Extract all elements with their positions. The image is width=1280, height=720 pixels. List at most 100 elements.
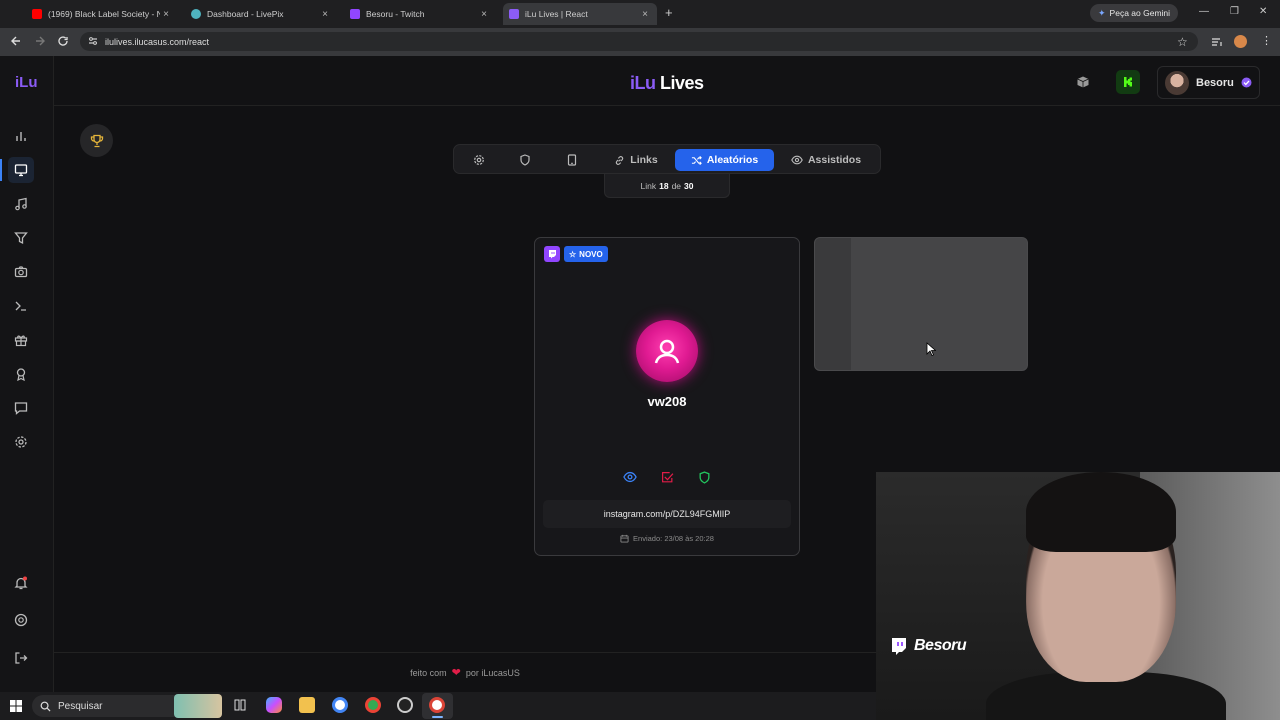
bookmark-star-icon[interactable]: ☆ xyxy=(1177,35,1188,49)
sidebar-logo[interactable]: iLu xyxy=(15,74,38,91)
shield-icon xyxy=(698,470,711,484)
reload-icon[interactable] xyxy=(57,35,69,47)
user-avatar xyxy=(636,320,698,382)
close-icon[interactable]: × xyxy=(639,9,651,20)
logout-icon[interactable] xyxy=(10,647,32,669)
back-icon[interactable] xyxy=(10,35,22,47)
eye-icon xyxy=(623,470,637,484)
counter-total: 30 xyxy=(684,180,694,191)
kick-icon[interactable] xyxy=(1116,70,1140,94)
counter-prefix: Link xyxy=(640,180,657,191)
eye-icon xyxy=(791,154,803,166)
nav-settings-button[interactable] xyxy=(467,149,491,171)
user-name: Besoru xyxy=(1196,76,1234,89)
counter-current: 18 xyxy=(659,180,669,191)
nav-shield-button[interactable] xyxy=(513,149,537,171)
card-username: vw208 xyxy=(647,394,687,409)
media-control-icon[interactable] xyxy=(1211,36,1223,48)
tab-label: Assistidos xyxy=(807,154,862,166)
avatar xyxy=(1165,70,1189,95)
mark-watched-button[interactable] xyxy=(659,469,675,485)
moderate-button[interactable] xyxy=(696,469,712,485)
forward-icon[interactable] xyxy=(34,35,46,47)
card-link[interactable]: instagram.com/p/DZL94FGMlIP xyxy=(543,500,791,528)
file-explorer-icon[interactable] xyxy=(299,697,315,713)
gift-icon[interactable] xyxy=(10,329,32,351)
close-window-icon[interactable]: ✕ xyxy=(1259,6,1267,17)
taskbar-active-app[interactable] xyxy=(422,693,453,719)
award-icon[interactable] xyxy=(10,363,32,385)
links-nav: Links Aleatórios Assistidos xyxy=(453,144,881,174)
new-badge-label: NOVO xyxy=(579,249,603,259)
windows-start-icon[interactable] xyxy=(10,700,22,712)
trophy-icon xyxy=(90,134,104,148)
obs-icon[interactable] xyxy=(397,697,413,713)
browser-tab-ilu-lives[interactable]: iLu Lives | React × xyxy=(503,3,657,25)
terminal-icon[interactable] xyxy=(10,295,32,317)
nav-tablet-button[interactable] xyxy=(560,149,584,171)
close-icon[interactable]: × xyxy=(319,9,331,20)
chart-icon[interactable] xyxy=(10,125,32,147)
webcam-person-hair xyxy=(1026,472,1176,552)
settings-icon[interactable] xyxy=(10,431,32,453)
shield-icon xyxy=(519,154,531,166)
camera-icon[interactable] xyxy=(10,261,32,283)
user-icon xyxy=(652,336,682,366)
browser-menu-icon[interactable]: ⋮ xyxy=(1261,34,1272,47)
verified-icon xyxy=(1241,77,1252,88)
tab-aleatorios[interactable]: Aleatórios xyxy=(675,149,774,171)
settings-icon xyxy=(473,154,485,166)
weather-widget-icon[interactable] xyxy=(174,694,222,718)
close-icon[interactable]: × xyxy=(478,9,490,20)
browser-tab-youtube[interactable]: (1969) Black Label Society - Na × xyxy=(26,3,178,25)
browser-tab-livepix[interactable]: Dashboard - LivePix × xyxy=(185,3,337,25)
logo-prefix: iLu xyxy=(630,73,656,93)
search-icon xyxy=(40,701,51,712)
browser-tab-strip: (1969) Black Label Society - Na × Dashbo… xyxy=(0,0,1280,28)
gemini-button[interactable]: ✦ Peça ao Gemini xyxy=(1090,4,1179,22)
sparkle-icon: ✦ xyxy=(1098,7,1106,18)
tab-title: Besoru - Twitch xyxy=(366,9,425,19)
chrome-profile-icon[interactable] xyxy=(365,697,381,713)
twitch-icon xyxy=(544,246,560,262)
tab-title: Dashboard - LivePix xyxy=(207,9,284,19)
chrome-icon xyxy=(429,697,445,713)
help-icon[interactable] xyxy=(10,609,32,631)
app-logo[interactable]: iLu Lives xyxy=(630,73,704,94)
new-tab-button[interactable]: + xyxy=(665,5,673,20)
site-info-icon[interactable] xyxy=(88,36,98,46)
tab-assistidos[interactable]: Assistidos xyxy=(784,149,868,171)
tablet-icon xyxy=(566,154,578,166)
twitch-icon xyxy=(350,9,360,19)
star-icon: ☆ xyxy=(569,249,577,259)
livepix-icon xyxy=(191,9,201,19)
check-square-icon xyxy=(661,471,674,484)
monitor-icon[interactable] xyxy=(0,157,34,183)
sent-text: Enviado: 23/08 às 20:28 xyxy=(633,534,714,543)
new-badge: ☆ NOVO xyxy=(564,246,608,262)
streamer-name-overlay: Besoru xyxy=(888,636,967,656)
gemini-label: Peça ao Gemini xyxy=(1109,8,1171,18)
trophy-button[interactable] xyxy=(80,124,113,157)
box-icon[interactable] xyxy=(1071,70,1095,94)
webcam-overlay xyxy=(876,472,1280,720)
view-button[interactable] xyxy=(622,469,638,485)
minimize-icon[interactable]: — xyxy=(1199,6,1209,17)
browser-tab-twitch[interactable]: Besoru - Twitch × xyxy=(344,3,496,25)
tab-links[interactable]: Links xyxy=(606,149,666,171)
restore-icon[interactable]: ❐ xyxy=(1230,6,1239,17)
copilot-icon[interactable] xyxy=(266,697,282,713)
music-icon[interactable] xyxy=(10,193,32,215)
profile-avatar-icon[interactable] xyxy=(1234,35,1247,48)
search-placeholder: Pesquisar xyxy=(58,700,103,712)
user-menu[interactable]: Besoru xyxy=(1157,66,1260,99)
filter-icon[interactable] xyxy=(10,227,32,249)
task-view-icon[interactable] xyxy=(232,697,248,713)
bell-icon[interactable] xyxy=(10,572,32,594)
chrome-icon[interactable] xyxy=(332,697,348,713)
close-icon[interactable]: × xyxy=(160,9,172,20)
tab-label: Aleatórios xyxy=(706,154,759,166)
streamer-name: Besoru xyxy=(914,637,967,654)
address-bar[interactable]: ilulives.ilucasus.com/react xyxy=(80,32,1198,51)
message-icon[interactable] xyxy=(10,397,32,419)
